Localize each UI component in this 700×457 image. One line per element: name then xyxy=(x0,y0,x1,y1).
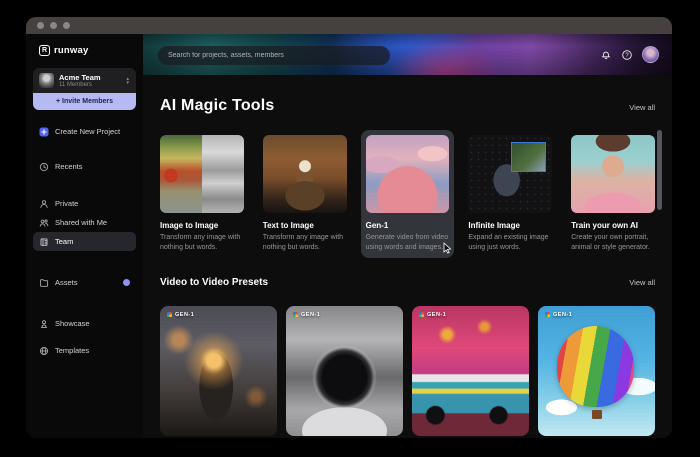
preset-card-hot-air-balloon[interactable]: GEN-1 xyxy=(538,305,655,436)
view-all-presets-link[interactable]: View all xyxy=(629,278,655,287)
invite-members-button[interactable]: + Invite Members xyxy=(33,93,136,111)
folder-icon xyxy=(40,279,49,287)
bell-icon xyxy=(601,51,611,59)
gen-1-badge-label: GEN-1 xyxy=(553,311,573,318)
infinite-image-thumbnail xyxy=(468,135,553,213)
card-title: Infinite Image xyxy=(468,221,520,230)
gen-1-badge-icon xyxy=(167,312,172,318)
text-to-image-thumbnail xyxy=(262,135,347,213)
sidebar-item-showcase[interactable]: Showcase xyxy=(33,314,136,333)
section-title-ai-magic-tools: AI Magic Tools xyxy=(160,97,275,114)
card-description: Transform any image with nothing but wor… xyxy=(160,234,241,251)
card-image-to-image[interactable]: Image to Image Transform any image with … xyxy=(160,135,244,253)
plus-icon xyxy=(39,127,49,137)
notifications-button[interactable] xyxy=(600,49,612,61)
card-description: Transform any image with nothing but wor… xyxy=(262,234,344,251)
chevron-up-down-icon: ▲ ▼ xyxy=(125,76,130,85)
assets-notification-badge xyxy=(123,279,130,287)
main-area: ? AI Magic Tools View all Image to Image xyxy=(143,34,672,438)
sidebar-item-templates[interactable]: Templates xyxy=(33,341,136,360)
sidebar-item-label: Templates xyxy=(55,346,90,356)
sidebar-item-team[interactable]: Team xyxy=(33,232,136,252)
question-circle-icon: ? xyxy=(622,49,632,60)
globe-icon xyxy=(39,346,49,355)
preset-card-astronaut[interactable]: GEN-1 xyxy=(286,305,403,436)
mouse-cursor-icon xyxy=(443,241,452,254)
sidebar-item-label: Team xyxy=(55,237,74,247)
gen-1-badge: GEN-1 xyxy=(167,312,194,318)
gen-1-badge: GEN-1 xyxy=(545,312,572,318)
gen-1-badge-label: GEN-1 xyxy=(175,311,195,318)
card-train-your-own-ai[interactable]: Train your own AI Create your own portra… xyxy=(571,135,655,253)
gen-1-badge-label: GEN-1 xyxy=(427,311,447,318)
card-title: Gen-1 xyxy=(365,221,389,230)
sidebar-item-label: Shared with Me xyxy=(55,218,108,228)
gen-1-badge: GEN-1 xyxy=(419,312,446,318)
person-icon xyxy=(40,200,48,208)
sidebar-item-label: Private xyxy=(55,199,79,209)
sidebar-item-private[interactable]: Private xyxy=(33,194,136,213)
card-description: Expand an existing image using just word… xyxy=(468,234,549,251)
sidebar-item-label: Assets xyxy=(55,278,78,288)
sidebar-item-label: Showcase xyxy=(55,319,90,329)
scrollbar-thumb[interactable] xyxy=(657,130,662,210)
team-switcher-row[interactable]: Acme Team 11 Members ▲ ▼ xyxy=(33,68,136,94)
app-window: R runway Acme Team 11 Members ▲ ▼ + Invit… xyxy=(26,17,672,438)
team-member-count: 11 Members xyxy=(59,82,92,89)
card-gen-1[interactable]: Gen-1 Generate video from video using wo… xyxy=(360,130,455,258)
help-button[interactable]: ? xyxy=(621,49,633,61)
card-infinite-image[interactable]: Infinite Image Expand an existing image … xyxy=(468,135,553,253)
create-new-project-button[interactable]: Create New Project xyxy=(33,122,136,141)
search-input[interactable] xyxy=(168,52,380,59)
preset-card-retro-van[interactable]: GEN-1 xyxy=(412,305,529,436)
header-banner: ? xyxy=(143,34,672,75)
clock-icon xyxy=(39,162,49,172)
window-minimize-button[interactable] xyxy=(50,22,57,29)
sidebar-item-shared-with-me[interactable]: Shared with Me xyxy=(33,213,136,232)
train-ai-thumbnail xyxy=(571,135,655,213)
section-title-video-presets: Video to Video Presets xyxy=(160,276,269,288)
gen-1-badge-icon xyxy=(293,312,298,318)
gen-1-badge: GEN-1 xyxy=(293,312,320,318)
magic-tools-row: Image to Image Transform any image with … xyxy=(160,130,655,258)
showcase-icon xyxy=(40,320,48,328)
card-title: Train your own AI xyxy=(571,221,639,230)
card-description: Generate video from video using words an… xyxy=(365,234,449,251)
gen-1-badge-icon xyxy=(419,312,424,318)
gen-1-badge-icon xyxy=(545,312,550,318)
team-name: Acme Team xyxy=(59,73,101,82)
runway-logo: R runway xyxy=(26,34,143,64)
preset-row: GEN-1 GEN-1 GEN-1 GEN-1 xyxy=(160,305,655,436)
create-new-project-label: Create New Project xyxy=(55,127,121,137)
team-switcher: Acme Team 11 Members ▲ ▼ + Invite Members xyxy=(33,68,136,111)
svg-text:?: ? xyxy=(625,53,629,59)
card-title: Text to Image xyxy=(262,221,314,230)
gen-1-badge-label: GEN-1 xyxy=(301,311,321,318)
user-avatar[interactable] xyxy=(642,46,659,63)
view-all-magic-tools-link[interactable]: View all xyxy=(629,103,655,112)
preset-card-lantern-tower[interactable]: GEN-1 xyxy=(160,305,277,436)
image-to-image-thumbnail xyxy=(160,135,244,213)
team-avatar xyxy=(39,73,54,89)
runway-logo-icon: R xyxy=(39,45,50,56)
sidebar-item-assets[interactable]: Assets xyxy=(33,273,136,292)
runway-logo-text: runway xyxy=(54,45,89,56)
building-icon xyxy=(40,238,48,246)
gen-1-thumbnail xyxy=(365,135,450,213)
sidebar: R runway Acme Team 11 Members ▲ ▼ + Invit… xyxy=(26,34,143,438)
window-titlebar xyxy=(26,17,672,34)
sidebar-item-label: Recents xyxy=(55,162,83,172)
sidebar-item-recents[interactable]: Recents xyxy=(33,157,136,176)
card-title: Image to Image xyxy=(160,221,219,230)
search-bar[interactable] xyxy=(158,46,390,65)
card-text-to-image[interactable]: Text to Image Transform any image with n… xyxy=(262,135,347,253)
window-zoom-button[interactable] xyxy=(63,22,70,29)
people-icon xyxy=(39,219,49,227)
window-close-button[interactable] xyxy=(37,22,44,29)
card-description: Create your own portrait, animal or styl… xyxy=(571,234,650,251)
